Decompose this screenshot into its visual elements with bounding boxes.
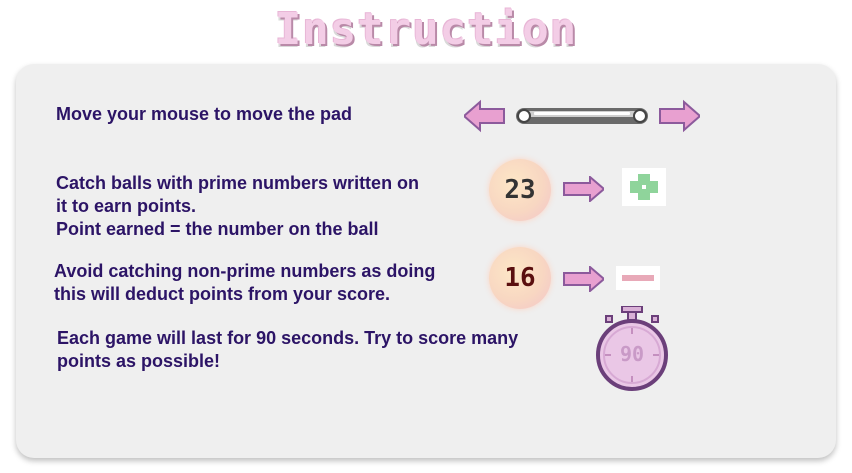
arrow-right-icon xyxy=(563,266,604,292)
nonprime-ball-number: 16 xyxy=(504,263,536,293)
timer-value: 90 xyxy=(619,342,645,366)
rule-nonprime-text: Avoid catching non-prime numbers as doin… xyxy=(54,261,436,304)
minus-icon xyxy=(616,266,660,290)
rule-timer-text: Each game will last for 90 seconds. Try … xyxy=(57,328,519,371)
prime-ball-number: 23 xyxy=(504,175,536,205)
prime-ball-icon: 23 xyxy=(489,159,551,221)
plus-icon xyxy=(622,168,666,206)
paddle-icon xyxy=(516,108,648,124)
arrow-right-icon xyxy=(659,99,700,133)
stopwatch-icon: 90 xyxy=(594,306,670,392)
nonprime-ball-icon: 16 xyxy=(489,247,551,309)
arrow-left-icon xyxy=(464,99,505,133)
rule-prime-text: Catch balls with prime numbers written o… xyxy=(56,173,420,239)
pad-move-illustration xyxy=(464,99,700,133)
rule-move-text: Move your mouse to move the pad xyxy=(56,104,353,124)
page-title: Instruction xyxy=(274,4,578,55)
arrow-right-icon xyxy=(563,176,604,202)
